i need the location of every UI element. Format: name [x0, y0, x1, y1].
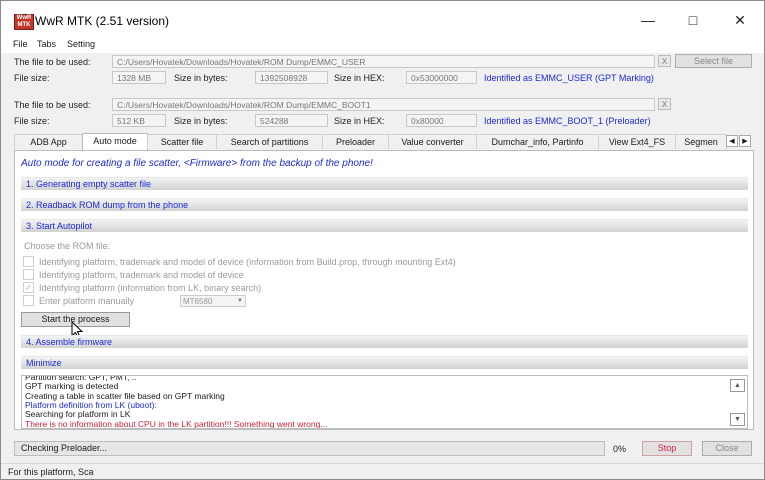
file2-clear-button[interactable]: X: [658, 98, 671, 110]
tab-auto-mode[interactable]: Auto mode: [82, 133, 148, 150]
file1-size-field: 1328 MB: [112, 71, 166, 84]
close-button[interactable]: Close: [702, 441, 752, 456]
file1-identified-text: Identified as EMMC_USER (GPT Marking): [484, 73, 654, 83]
file2-hex-field: 0x80000: [406, 114, 477, 127]
platform-select-value: MT6580: [183, 297, 213, 306]
option1-checkbox[interactable]: [23, 256, 34, 267]
minimize-header[interactable]: Minimize: [21, 356, 748, 369]
tab-adb-app[interactable]: ADB App: [14, 134, 83, 149]
select-file-button[interactable]: Select file: [675, 54, 752, 68]
window-title: WwR MTK (2.51 version): [35, 14, 170, 28]
minimize-window-button[interactable]: —: [633, 9, 663, 31]
file2-path-field[interactable]: C:/Users/Hovatek/Downloads/Hovatek/ROM D…: [112, 98, 655, 111]
log-output[interactable]: Partition search: GPT, PMT, .. GPT markin…: [21, 375, 748, 429]
tab-search-partitions[interactable]: Search of partitions: [216, 134, 323, 149]
option3-checkbox[interactable]: ✓: [23, 282, 34, 293]
option1-label: Identifying platform, trademark and mode…: [39, 257, 456, 267]
app-logo-icon: WwR MTK: [14, 14, 34, 30]
file1-hex-label: Size in HEX:: [334, 73, 385, 83]
progress-bar: Checking Preloader...: [14, 441, 605, 456]
tab-view-ext4[interactable]: View Ext4_FS: [598, 134, 676, 149]
status-text: For this platform, Sca: [8, 467, 94, 477]
maximize-window-button[interactable]: □: [678, 9, 708, 31]
step1-header[interactable]: 1. Generating empty scatter file: [21, 177, 748, 190]
option4-label: Enter platform manually: [39, 296, 135, 306]
stop-button[interactable]: Stop: [642, 441, 692, 456]
log-line: There is no information about CPU in the…: [25, 418, 328, 429]
file1-clear-button[interactable]: X: [658, 55, 671, 67]
progress-percent: 0%: [613, 444, 627, 454]
option2-checkbox[interactable]: [23, 269, 34, 280]
option3-label: Identifying platform (information from L…: [39, 283, 262, 293]
auto-mode-heading: Auto mode for creating a file scatter, <…: [21, 158, 373, 169]
option4-checkbox[interactable]: [23, 295, 34, 306]
step3-header[interactable]: 3. Start Autopilot: [21, 219, 748, 232]
choose-rom-label: Choose the ROM file:: [24, 241, 111, 251]
file1-bytes-field: 1392508928: [255, 71, 328, 84]
main-window: WwR MTK WwR MTK (2.51 version) — □ ✕ Fil…: [0, 0, 765, 480]
menu-setting[interactable]: Setting: [67, 39, 95, 49]
tab-segments[interactable]: Segmen: [675, 134, 727, 149]
file1-bytes-label: Size in bytes:: [174, 73, 228, 83]
status-bar: For this platform, Sca: [1, 463, 764, 479]
menu-tabs[interactable]: Tabs: [37, 39, 56, 49]
file1-label: The file to be used:: [14, 57, 91, 67]
file1-hex-field: 0x53000000: [406, 71, 477, 84]
step2-header[interactable]: 2. Readback ROM dump from the phone: [21, 198, 748, 211]
close-window-button[interactable]: ✕: [725, 9, 755, 31]
file2-bytes-field: 524288: [255, 114, 328, 127]
tab-strip: ADB App Auto mode Scatter file Search of…: [14, 133, 754, 150]
file1-size-label: File size:: [14, 73, 50, 83]
option2-label: Identifying platform, trademark and mode…: [39, 270, 244, 280]
tab-preloader[interactable]: Preloader: [322, 134, 389, 149]
title-bar: WwR MTK WwR MTK (2.51 version) — □ ✕: [1, 1, 764, 35]
tab-scroll-left-icon[interactable]: ◀: [726, 135, 738, 147]
tab-scatter-file[interactable]: Scatter file: [147, 134, 217, 149]
file2-size-field: 512 KB: [112, 114, 166, 127]
file1-path-field[interactable]: C:/Users/Hovatek/Downloads/Hovatek/ROM D…: [112, 55, 655, 68]
step4-header[interactable]: 4. Assemble firmware: [21, 335, 748, 348]
log-scroll-down-icon[interactable]: ▼: [730, 413, 745, 426]
menu-file[interactable]: File: [13, 39, 28, 49]
file2-label: The file to be used:: [14, 100, 91, 110]
file2-hex-label: Size in HEX:: [334, 116, 385, 126]
platform-select[interactable]: MT6580 ▼: [180, 295, 246, 307]
tab-value-converter[interactable]: Value converter: [388, 134, 477, 149]
chevron-down-icon: ▼: [237, 298, 243, 304]
menu-bar: File Tabs Setting: [1, 35, 764, 53]
tab-scroll-right-icon[interactable]: ▶: [739, 135, 751, 147]
file2-identified-text: Identified as EMMC_BOOT_1 (Preloader): [484, 116, 651, 126]
file2-size-label: File size:: [14, 116, 50, 126]
progress-status-text: Checking Preloader...: [21, 443, 108, 453]
file2-bytes-label: Size in bytes:: [174, 116, 228, 126]
log-scroll-up-icon[interactable]: ▲: [730, 379, 745, 392]
tab-dumchar-partinfo[interactable]: Dumchar_info, Partinfo: [476, 134, 599, 149]
